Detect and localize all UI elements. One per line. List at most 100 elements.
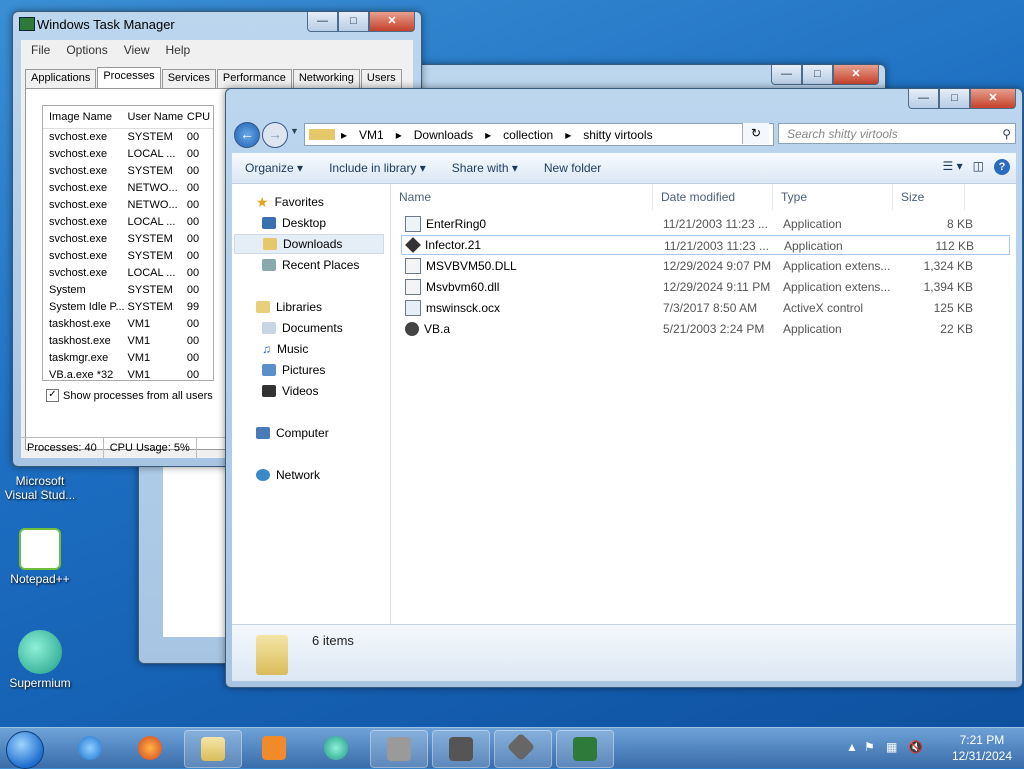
address-bar[interactable]: ▸ VM1 ▸ Downloads ▸ collection ▸ shitty … xyxy=(304,123,774,146)
column-image-name[interactable]: Image Name xyxy=(43,106,126,128)
process-row[interactable]: taskmgr.exe VM1 00 xyxy=(43,350,213,367)
tab-performance[interactable]: Performance xyxy=(216,69,292,90)
explorer-window[interactable]: — □ ✕ ← → ▼ ▸ VM1 ▸ Downloads ▸ collecti… xyxy=(225,88,1023,688)
process-list[interactable]: Image Name User Name CPU svchost.exe SYST… xyxy=(42,105,214,381)
refresh-button[interactable]: ↻ xyxy=(742,123,769,144)
nav-libraries[interactable]: Libraries xyxy=(256,297,322,317)
column-size[interactable]: Size xyxy=(893,184,965,210)
close-button[interactable]: ✕ xyxy=(970,89,1016,109)
preview-pane-icon[interactable]: ◫ xyxy=(973,159,984,175)
column-cpu[interactable]: CPU xyxy=(185,106,213,128)
process-row[interactable]: svchost.exe NETWO... 00 xyxy=(43,180,213,197)
nav-pictures[interactable]: Pictures xyxy=(262,360,325,380)
search-input[interactable]: Search shitty virtools ⚲ xyxy=(778,123,1016,144)
process-user-name: LOCAL ... xyxy=(127,148,176,160)
taskbar-app-1[interactable] xyxy=(370,730,428,768)
navigation-bar: ← → ▼ ▸ VM1 ▸ Downloads ▸ collection ▸ s… xyxy=(232,120,1016,148)
process-row[interactable]: taskhost.exe VM1 00 xyxy=(43,333,213,350)
desktop-icon-visual-studio[interactable]: Microsoft Visual Stud... xyxy=(0,474,80,502)
minimize-button[interactable]: — xyxy=(307,12,338,32)
recent-pages-icon[interactable]: ▼ xyxy=(290,126,299,136)
nav-computer[interactable]: Computer xyxy=(256,423,329,443)
file-row[interactable]: Infector.21 11/21/2003 11:23 ... Applicati… xyxy=(401,235,1010,255)
minimize-button[interactable]: — xyxy=(908,89,939,109)
column-date-modified[interactable]: Date modified xyxy=(653,184,773,210)
taskbar-task-manager[interactable] xyxy=(556,730,614,768)
taskbar-firefox[interactable] xyxy=(122,730,178,766)
nav-recent-places[interactable]: Recent Places xyxy=(262,255,359,275)
process-row[interactable]: VB.a.exe *32 VM1 00 xyxy=(43,367,213,380)
menu-file[interactable]: File xyxy=(23,40,58,60)
nav-documents[interactable]: Documents xyxy=(262,318,343,338)
breadcrumb-collection[interactable]: collection xyxy=(497,128,559,142)
file-row[interactable]: EnterRing0 11/21/2003 11:23 ... Applicatio… xyxy=(401,214,1010,234)
menu-view[interactable]: View xyxy=(116,40,158,60)
start-button[interactable] xyxy=(6,731,44,769)
forward-button[interactable]: → xyxy=(262,122,288,148)
nav-downloads[interactable]: Downloads xyxy=(234,234,384,254)
file-name-cell: MSVBVM50.DLL xyxy=(401,256,663,276)
column-user-name[interactable]: User Name xyxy=(126,106,185,128)
process-row[interactable]: svchost.exe LOCAL ... 00 xyxy=(43,265,213,282)
back-button[interactable]: ← xyxy=(234,122,260,148)
menu-help[interactable]: Help xyxy=(158,40,199,60)
process-row[interactable]: System SYSTEM 00 xyxy=(43,282,213,299)
clock[interactable]: 7:21 PM 12/31/2024 xyxy=(952,732,1012,764)
file-row[interactable]: mswinsck.ocx 7/3/2017 8:50 AM ActiveX cont… xyxy=(401,298,1010,318)
breadcrumb-current-folder[interactable]: shitty virtools xyxy=(577,128,658,142)
nav-desktop[interactable]: Desktop xyxy=(262,213,326,233)
action-center-icon[interactable]: ⚑ xyxy=(864,740,875,754)
process-row[interactable]: svchost.exe SYSTEM 00 xyxy=(43,248,213,265)
help-icon[interactable]: ? xyxy=(994,159,1010,175)
taskbar-app-3[interactable] xyxy=(494,730,552,768)
maximize-button[interactable]: □ xyxy=(338,12,369,32)
tab-users[interactable]: Users xyxy=(360,69,402,90)
column-type[interactable]: Type xyxy=(773,184,893,210)
nav-music[interactable]: ♫ Music xyxy=(262,339,308,359)
process-row[interactable]: svchost.exe NETWO... 00 xyxy=(43,197,213,214)
taskbar-internet-explorer[interactable] xyxy=(62,730,118,766)
desktop-icon-supermium[interactable]: Supermium xyxy=(0,630,80,690)
show-all-users-checkbox[interactable]: ✓ Show processes from all users xyxy=(46,389,213,402)
file-row[interactable]: VB.a 5/21/2003 2:24 PM Application 22 KB xyxy=(401,319,1010,339)
include-in-library-menu[interactable]: Include in library ▾ xyxy=(316,161,439,175)
tab-applications[interactable]: Applications xyxy=(25,69,97,90)
nav-videos[interactable]: Videos xyxy=(262,381,318,401)
tab-networking[interactable]: Networking xyxy=(292,69,360,90)
tab-services[interactable]: Services xyxy=(161,69,216,90)
maximize-button[interactable]: □ xyxy=(802,65,833,85)
taskbar-supermium[interactable] xyxy=(308,730,364,766)
taskbar-app-2[interactable] xyxy=(432,730,490,768)
new-folder-button[interactable]: New folder xyxy=(531,161,614,175)
column-name[interactable]: Name xyxy=(391,184,653,210)
taskbar-explorer[interactable] xyxy=(184,730,242,768)
network-status-icon[interactable]: ▦ xyxy=(886,740,897,754)
desktop-icon-notepadpp[interactable]: Notepad++ xyxy=(0,528,80,586)
breadcrumb-vm1[interactable]: VM1 xyxy=(353,128,390,142)
close-button[interactable]: ✕ xyxy=(833,65,879,85)
maximize-button[interactable]: □ xyxy=(939,89,970,109)
process-row[interactable]: svchost.exe SYSTEM 00 xyxy=(43,231,213,248)
nav-network[interactable]: Network xyxy=(256,465,320,485)
share-with-menu[interactable]: Share with ▾ xyxy=(439,161,531,175)
view-options-icon[interactable]: ☰ ▾ xyxy=(943,159,963,175)
process-row[interactable]: svchost.exe LOCAL ... 00 xyxy=(43,146,213,163)
nav-favorites[interactable]: ★ Favorites xyxy=(256,192,324,212)
process-image-name: svchost.exe xyxy=(49,148,108,160)
process-row[interactable]: System Idle P... SYSTEM 99 xyxy=(43,299,213,316)
file-row[interactable]: Msvbvm60.dll 12/29/2024 9:11 PM Applicatio… xyxy=(401,277,1010,297)
process-row[interactable]: taskhost.exe VM1 00 xyxy=(43,316,213,333)
organize-menu[interactable]: Organize ▾ xyxy=(232,161,316,175)
close-button[interactable]: ✕ xyxy=(369,12,415,32)
volume-muted-icon[interactable]: 🔇 xyxy=(908,740,923,754)
process-row[interactable]: svchost.exe LOCAL ... 00 xyxy=(43,214,213,231)
breadcrumb-downloads[interactable]: Downloads xyxy=(408,128,479,142)
process-row[interactable]: svchost.exe SYSTEM 00 xyxy=(43,163,213,180)
checkbox-checked-icon: ✓ xyxy=(46,389,59,402)
file-row[interactable]: MSVBVM50.DLL 12/29/2024 9:07 PM Applicatio… xyxy=(401,256,1010,276)
process-row[interactable]: svchost.exe SYSTEM 00 xyxy=(43,129,213,146)
show-hidden-icons[interactable]: ▲ xyxy=(846,740,858,754)
minimize-button[interactable]: — xyxy=(771,65,802,85)
taskbar-media-player[interactable] xyxy=(246,730,302,766)
menu-options[interactable]: Options xyxy=(58,40,115,60)
